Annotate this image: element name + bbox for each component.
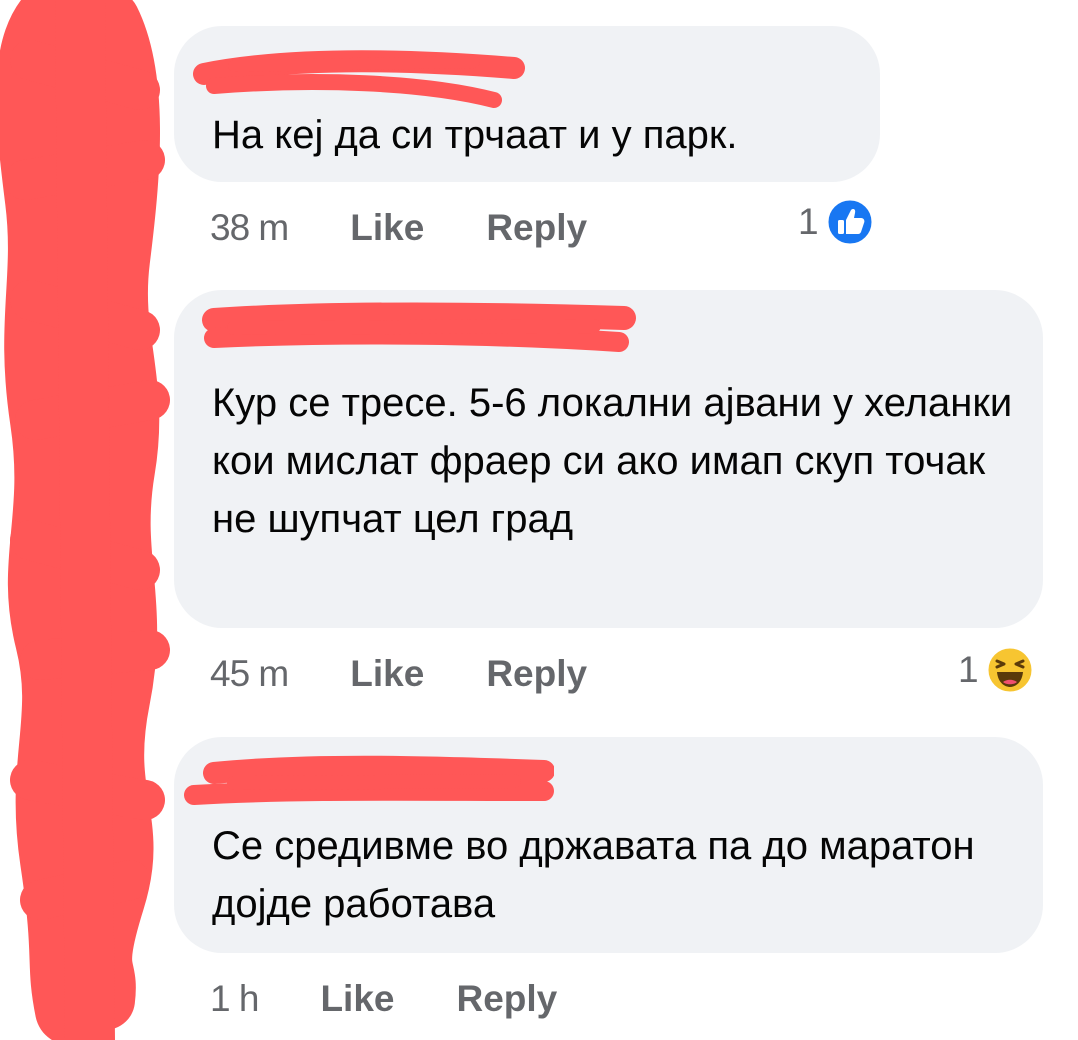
reply-button[interactable]: Reply bbox=[486, 653, 587, 695]
comment-bubble: На кеј да си трчаат и у парк. bbox=[174, 26, 880, 182]
comment-bubble: Се средивме во државата па до маратон до… bbox=[174, 737, 1043, 953]
redacted-author-name bbox=[184, 755, 554, 805]
redacted-author-name bbox=[202, 302, 636, 352]
haha-icon bbox=[985, 645, 1035, 695]
like-icon bbox=[825, 197, 875, 247]
reply-button[interactable]: Reply bbox=[456, 978, 557, 1020]
comment-bubble: Кур се тресе. 5-6 локални ајвани у хелан… bbox=[174, 290, 1043, 628]
comment-text: На кеј да си трчаат и у парк. bbox=[212, 113, 738, 157]
comment-text: Се средивме во државата па до маратон до… bbox=[212, 824, 975, 926]
comment-meta: 38 m Like Reply bbox=[210, 203, 587, 253]
comment-text: Кур се тресе. 5-6 локални ајвани у хелан… bbox=[212, 381, 1013, 541]
reaction-summary[interactable]: 1 bbox=[958, 644, 1035, 696]
reply-button[interactable]: Reply bbox=[486, 207, 587, 249]
comment-time: 38 m bbox=[210, 207, 289, 248]
redacted-author-name bbox=[193, 50, 525, 108]
reaction-summary[interactable]: 1 bbox=[798, 196, 875, 248]
reaction-count: 1 bbox=[798, 201, 819, 242]
like-button[interactable]: Like bbox=[350, 653, 424, 695]
redacted-avatars-scribble bbox=[0, 0, 170, 1040]
comment-time: 45 m bbox=[210, 653, 289, 694]
like-button[interactable]: Like bbox=[320, 978, 394, 1020]
reaction-count: 1 bbox=[958, 649, 979, 690]
comment-time: 1 h bbox=[210, 978, 259, 1019]
comment-meta: 45 m Like Reply bbox=[210, 649, 587, 699]
like-button[interactable]: Like bbox=[350, 207, 424, 249]
comment-meta: 1 h Like Reply bbox=[210, 974, 557, 1024]
